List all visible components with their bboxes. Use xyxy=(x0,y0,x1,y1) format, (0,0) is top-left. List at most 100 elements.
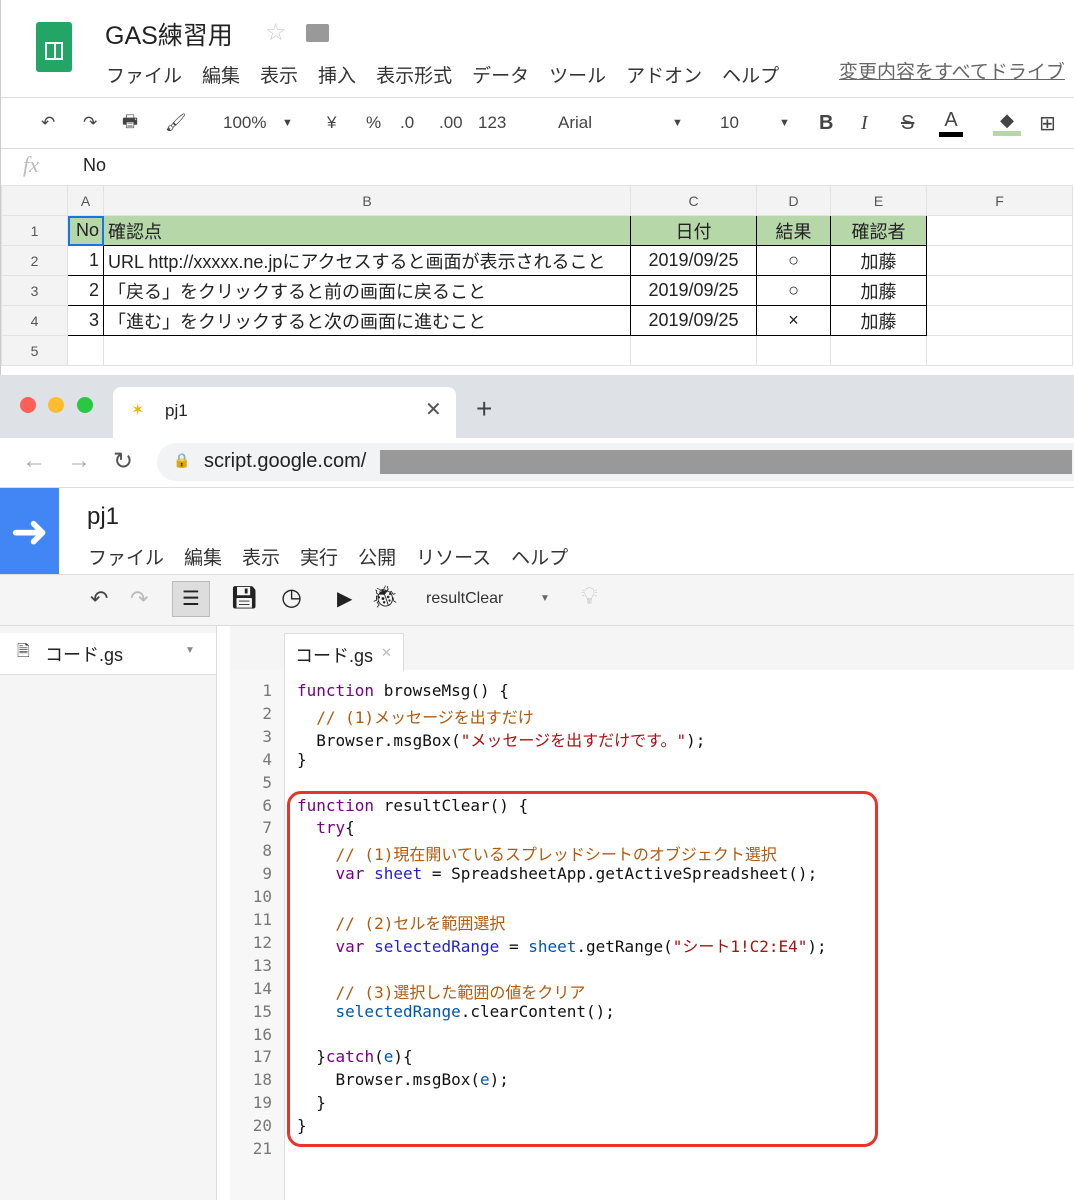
sheets-logo-icon[interactable] xyxy=(36,22,72,72)
column-header[interactable]: A xyxy=(67,185,104,216)
file-item[interactable]: 🗎 コード.gs ▼ xyxy=(0,633,216,675)
italic-button[interactable]: I xyxy=(861,112,868,135)
tab-code-gs[interactable]: コード.gs ✕ xyxy=(284,633,404,671)
close-tab-icon[interactable]: ✕ xyxy=(425,397,442,422)
bold-button[interactable]: B xyxy=(819,112,833,135)
cell[interactable]: × xyxy=(756,305,831,336)
menu-item[interactable]: 編集 xyxy=(202,66,240,87)
minimize-window-button[interactable] xyxy=(48,397,64,413)
column-header[interactable]: D xyxy=(756,185,831,216)
project-title[interactable]: pj1 xyxy=(87,503,119,531)
font-select[interactable]: Arial xyxy=(558,113,592,133)
cell[interactable]: ○ xyxy=(756,245,831,276)
column-header[interactable]: C xyxy=(630,185,757,216)
menu-item[interactable]: ヘルプ xyxy=(511,548,568,569)
menu-item[interactable]: アドオン xyxy=(626,66,702,87)
column-header[interactable]: B xyxy=(103,185,631,216)
star-icon[interactable]: ☆ xyxy=(265,18,287,47)
cell[interactable]: 「進む」をクリックすると次の画面に進むこと xyxy=(103,305,631,336)
formula-input[interactable]: No xyxy=(83,155,106,176)
run-icon[interactable]: ▶ xyxy=(337,586,352,611)
cell[interactable]: 確認者 xyxy=(830,215,927,246)
fill-color-icon[interactable]: ◆ xyxy=(993,110,1021,136)
cell[interactable]: 加藤 xyxy=(830,245,927,276)
menu-item[interactable]: データ xyxy=(472,66,529,87)
apps-script-logo-icon[interactable]: ➜ xyxy=(0,488,59,574)
cell[interactable]: ○ xyxy=(756,275,831,306)
cell[interactable] xyxy=(926,305,1073,336)
redo-icon[interactable]: ↷ xyxy=(83,113,97,133)
cell[interactable] xyxy=(926,335,1073,366)
close-window-button[interactable] xyxy=(20,397,36,413)
borders-icon[interactable]: ⊞ xyxy=(1039,111,1056,136)
triggers-clock-icon[interactable]: ◷ xyxy=(281,583,302,612)
browser-tab[interactable]: ✶ pj1 ✕ xyxy=(113,387,456,438)
increase-decimal-button[interactable]: .00 xyxy=(439,113,463,133)
menu-item[interactable]: 挿入 xyxy=(318,66,356,87)
folder-icon[interactable] xyxy=(306,24,329,42)
reload-icon[interactable]: ↻ xyxy=(113,447,133,476)
menu-item[interactable]: ファイル xyxy=(88,548,164,569)
menu-item[interactable]: 表示形式 xyxy=(376,66,452,87)
format-select[interactable]: 123 xyxy=(478,113,506,133)
menu-item[interactable]: ツール xyxy=(549,66,606,87)
decrease-decimal-button[interactable]: .0 xyxy=(400,113,414,133)
function-select[interactable]: resultClear ▼ xyxy=(412,581,558,617)
row-header[interactable]: 5 xyxy=(1,335,68,366)
cell[interactable] xyxy=(830,335,927,366)
menu-item[interactable]: 表示 xyxy=(260,66,298,87)
paint-format-icon[interactable]: 🖌 xyxy=(165,113,187,133)
save-icon[interactable]: 💾︎ xyxy=(230,585,258,611)
text-color-button[interactable]: A xyxy=(939,109,963,137)
document-title[interactable]: GAS練習用 xyxy=(105,16,233,52)
cell[interactable] xyxy=(103,335,631,366)
close-tab-icon[interactable]: ✕ xyxy=(381,645,392,661)
forward-icon[interactable]: → xyxy=(67,447,91,475)
cell[interactable] xyxy=(926,275,1073,306)
currency-button[interactable]: ¥ xyxy=(327,113,336,133)
menu-item[interactable]: リソース xyxy=(416,548,491,569)
column-header[interactable]: E xyxy=(830,185,927,216)
redo-icon[interactable]: ↷ xyxy=(130,586,148,612)
cell[interactable]: 1 xyxy=(67,245,104,276)
cell[interactable] xyxy=(926,245,1073,276)
address-bar[interactable]: 🔒 script.google.com/ xyxy=(157,443,1074,481)
cell[interactable]: 3 xyxy=(67,305,104,336)
print-icon[interactable]: 🖶 xyxy=(122,109,138,138)
row-header[interactable]: 1 xyxy=(1,215,68,246)
cell[interactable]: 日付 xyxy=(630,215,757,246)
row-header[interactable]: 3 xyxy=(1,275,68,306)
cell[interactable]: URL http://xxxxx.ne.jpにアクセスすると画面が表示されること xyxy=(103,245,631,276)
row-header[interactable]: 4 xyxy=(1,305,68,336)
cell[interactable]: 「戻る」をクリックすると前の画面に戻ること xyxy=(103,275,631,306)
menu-item[interactable]: 編集 xyxy=(184,548,222,569)
cell[interactable] xyxy=(630,335,757,366)
menu-item[interactable]: 公開 xyxy=(358,548,396,569)
cell[interactable]: 2019/09/25 xyxy=(630,245,757,276)
save-status-link[interactable]: 変更内容をすべてドライブ xyxy=(839,57,1065,84)
cell[interactable]: No xyxy=(67,215,104,246)
cell[interactable] xyxy=(926,215,1073,246)
percent-button[interactable]: % xyxy=(366,113,381,133)
cell[interactable]: 加藤 xyxy=(830,275,927,306)
debug-bug-icon[interactable]: 🐞︎ xyxy=(371,584,399,610)
menu-item[interactable]: ファイル xyxy=(106,66,182,87)
menu-item[interactable]: 実行 xyxy=(300,548,338,569)
zoom-select[interactable]: 100% xyxy=(223,113,266,133)
strikethrough-button[interactable]: S xyxy=(901,112,914,135)
cell[interactable]: 加藤 xyxy=(830,305,927,336)
undo-icon[interactable]: ↶ xyxy=(90,586,108,612)
maximize-window-button[interactable] xyxy=(77,397,93,413)
menu-item[interactable]: 表示 xyxy=(242,548,280,569)
lightbulb-icon[interactable]: 💡︎ xyxy=(581,583,598,611)
menu-item[interactable]: ヘルプ xyxy=(722,66,779,87)
new-tab-button[interactable]: + xyxy=(476,393,492,425)
row-header[interactable]: 2 xyxy=(1,245,68,276)
indent-icon[interactable]: ☰ xyxy=(172,581,210,617)
column-header[interactable]: F xyxy=(926,185,1073,216)
font-size-select[interactable]: 10 xyxy=(720,113,739,133)
corner-cell[interactable] xyxy=(1,185,68,216)
cell[interactable] xyxy=(67,335,104,366)
chevron-down-icon[interactable]: ▼ xyxy=(185,645,195,656)
cell[interactable]: 2 xyxy=(67,275,104,306)
